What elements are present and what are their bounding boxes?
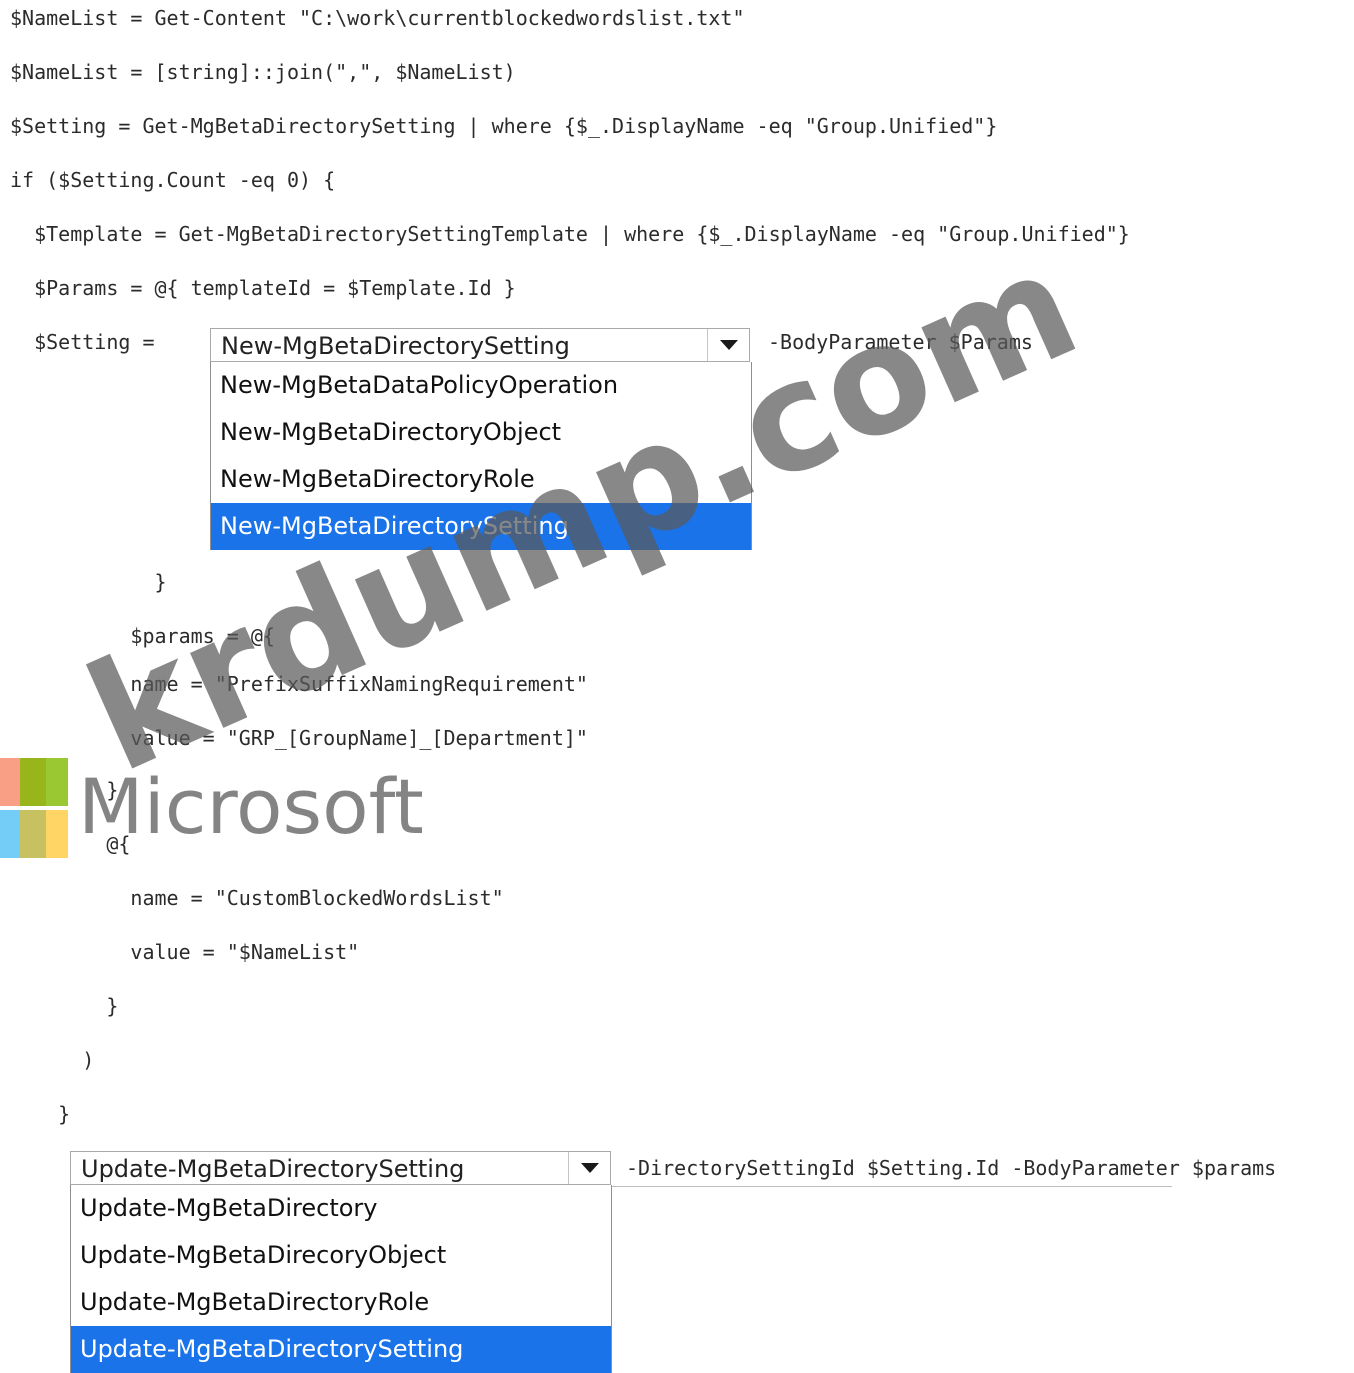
code-line-namelist-get: $NameList = Get-Content "C:\work\current…: [10, 6, 745, 30]
code-line-update-suffix: -DirectorySettingId $Setting.Id -BodyPar…: [626, 1156, 1277, 1180]
option-new-directory-object[interactable]: New-MgBetaDirectoryObject: [211, 409, 751, 456]
update-cmdlet-dropdown[interactable]: Update-MgBetaDirectorySetting: [70, 1151, 611, 1185]
code-line-value-prefix: value = "GRP_[GroupName]_[Department]": [10, 726, 588, 750]
code-line-get-setting: $Setting = Get-MgBetaDirectorySetting | …: [10, 114, 998, 138]
microsoft-watermark-text: Microsoft: [78, 762, 424, 851]
microsoft-logo: [0, 758, 70, 858]
code-line-params: $Params = @{ templateId = $Template.Id }: [10, 276, 516, 300]
dropdown-selected-value: Update-MgBetaDirectorySetting: [81, 1155, 465, 1183]
update-cmdlet-options-list: Update-MgBetaDirectory Update-MgBetaDire…: [70, 1185, 612, 1373]
code-line-value-namelist: value = "$NameList": [10, 940, 360, 964]
dropdown-selected-value: New-MgBetaDirectorySetting: [221, 332, 570, 360]
code-line-close-paren: ): [10, 1048, 95, 1072]
code-line-namelist-join: $NameList = [string]::join(",", $NameLis…: [10, 60, 516, 84]
dropdown-arrow-button[interactable]: [568, 1152, 610, 1184]
chevron-down-icon: [719, 340, 738, 350]
option-update-directory[interactable]: Update-MgBetaDirectory: [71, 1185, 611, 1232]
option-new-directory-setting[interactable]: New-MgBetaDirectorySetting: [211, 503, 751, 550]
code-line-setting-suffix: -BodyParameter $Params: [768, 330, 1033, 354]
divider: [612, 1186, 1172, 1187]
logo-green-square: [20, 758, 68, 806]
code-line-setting-prefix: $Setting =: [10, 330, 155, 354]
option-update-directory-role[interactable]: Update-MgBetaDirectoryRole: [71, 1279, 611, 1326]
new-cmdlet-dropdown[interactable]: New-MgBetaDirectorySetting: [210, 328, 750, 362]
code-line-params-open: $params = @{: [10, 624, 275, 648]
code-line-if: if ($Setting.Count -eq 0) {: [10, 168, 336, 192]
logo-yellow-square: [20, 810, 68, 858]
code-line-close-brace-3: }: [10, 994, 119, 1018]
code-line-template: $Template = Get-MgBetaDirectorySettingTe…: [10, 222, 1130, 246]
code-line-name-blocked: name = "CustomBlockedWordsList": [10, 886, 504, 910]
chevron-down-icon: [580, 1163, 599, 1173]
dropdown-arrow-button[interactable]: [707, 329, 749, 361]
new-cmdlet-options-list: New-MgBetaDataPolicyOperation New-MgBeta…: [210, 362, 752, 550]
option-update-directory-object[interactable]: Update-MgBetaDirecoryObject: [71, 1232, 611, 1279]
code-line-close-brace-4: }: [10, 1102, 71, 1126]
option-new-directory-role[interactable]: New-MgBetaDirectoryRole: [211, 456, 751, 503]
code-line-name-prefix: name = "PrefixSuffixNamingRequirement": [10, 672, 588, 696]
option-new-data-policy-operation[interactable]: New-MgBetaDataPolicyOperation: [211, 362, 751, 409]
code-line-close-brace-1: }: [10, 570, 167, 594]
